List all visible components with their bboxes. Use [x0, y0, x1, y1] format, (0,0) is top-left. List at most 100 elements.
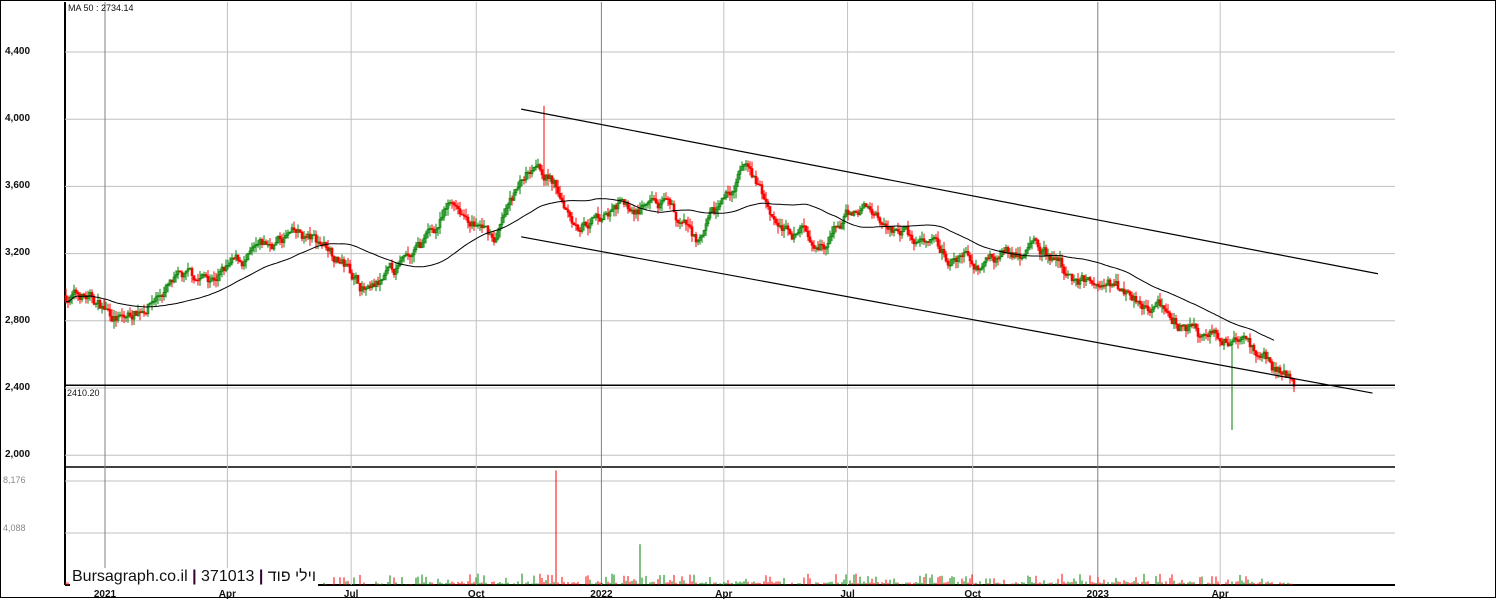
candle-down — [944, 253, 948, 262]
candle-down — [232, 257, 236, 260]
candle-down — [1138, 300, 1142, 305]
candle-down — [766, 201, 770, 207]
candle-down — [1220, 340, 1224, 346]
candle-down — [138, 311, 142, 314]
candle-down — [1226, 342, 1230, 347]
candle-down — [178, 270, 182, 273]
candle-down — [122, 314, 126, 318]
candles — [64, 105, 1296, 430]
candle-down — [1146, 305, 1150, 312]
candle-down — [120, 314, 124, 317]
candle-down — [1006, 247, 1010, 253]
candle-down — [1248, 337, 1252, 348]
candle-down — [318, 241, 322, 245]
candle-down — [576, 224, 580, 231]
candle-down — [98, 300, 102, 309]
candle-down — [1076, 278, 1080, 285]
y-tick-label: 2,800 — [5, 315, 31, 326]
candle-down — [968, 254, 972, 262]
candle-down — [1234, 337, 1238, 340]
candle-down — [1128, 291, 1132, 296]
candle-down — [1148, 310, 1152, 313]
x-tick-label: Apr — [715, 589, 733, 600]
candle-down — [1244, 335, 1248, 339]
candle-down — [1126, 290, 1130, 293]
candle-down — [192, 275, 196, 281]
candle-down — [966, 251, 970, 256]
candle-down — [922, 238, 926, 242]
candle-down — [1036, 239, 1040, 248]
price-volume-chart — [64, 2, 1395, 586]
candle-down — [144, 312, 148, 315]
candle-down — [1264, 351, 1268, 360]
candle-down — [196, 279, 200, 282]
candle-down — [466, 216, 470, 223]
y-tick-label: 2,000 — [5, 449, 31, 460]
candle-down — [570, 216, 574, 224]
candle-down — [330, 248, 334, 257]
candle-down — [456, 205, 460, 210]
candle-down — [804, 225, 808, 232]
candle-down — [990, 254, 994, 258]
candle-down — [562, 200, 566, 209]
candle-down — [1082, 275, 1086, 283]
candle-down — [876, 212, 880, 219]
candle-down — [1176, 323, 1180, 331]
candle-down — [160, 295, 164, 297]
candle-down — [760, 184, 764, 195]
candle-down — [314, 234, 318, 243]
candle-down — [1038, 246, 1042, 255]
watermark: Bursagraph.co.il | 371013 | וילי פוד — [70, 568, 318, 586]
candle-down — [878, 217, 882, 224]
candle-down — [106, 308, 110, 311]
y-tick-label: 3,600 — [5, 180, 31, 191]
candle-down — [204, 274, 208, 277]
candle-down — [142, 311, 146, 314]
candle-down — [1204, 334, 1208, 336]
candle-down — [356, 275, 360, 284]
candle-down — [1280, 372, 1284, 375]
candle-down — [1274, 367, 1278, 372]
channel-upper-line — [521, 108, 1379, 275]
candle-down — [1196, 327, 1200, 337]
candle-down — [194, 279, 198, 282]
candle-down — [1214, 329, 1218, 334]
candle-down — [1070, 273, 1074, 282]
candle-down — [936, 238, 940, 247]
x-tick-label: 2022 — [590, 589, 613, 600]
candle-down — [788, 229, 792, 235]
candle-down — [1102, 284, 1106, 287]
candle-down — [1122, 288, 1126, 295]
candle-down — [566, 209, 570, 213]
candle-down — [774, 218, 778, 224]
x-tick-label: Apr — [1211, 589, 1229, 600]
candle-down — [110, 315, 114, 322]
candle-down — [1166, 311, 1170, 314]
y-tick-label: 4,400 — [5, 46, 31, 57]
candle-down — [278, 235, 282, 240]
y-tick-label: 2,400 — [5, 382, 31, 393]
x-tick-label: 2023 — [1086, 589, 1109, 600]
candle-down — [1134, 295, 1138, 303]
candle-down — [676, 219, 680, 223]
candle-down — [1284, 370, 1288, 378]
candle-down — [1258, 355, 1262, 358]
x-tick-label: Jul — [343, 589, 359, 600]
candle-down — [1218, 338, 1222, 342]
watermark-code: 371013 — [201, 568, 255, 585]
candle-down — [490, 233, 494, 238]
candle-down — [1224, 338, 1228, 343]
candle-down — [1252, 344, 1256, 352]
candle-down — [1088, 277, 1092, 282]
candle-down — [1158, 299, 1162, 306]
candle-down — [1044, 247, 1048, 257]
candle-down — [222, 266, 226, 272]
candle-down — [942, 249, 946, 255]
candle-down — [896, 228, 900, 232]
candle-down — [806, 230, 810, 238]
candle-down — [1268, 357, 1272, 363]
candle-down — [102, 305, 106, 310]
volume-tick-label: 4,088 — [3, 523, 26, 533]
candle-down — [654, 198, 658, 204]
candle-down — [212, 277, 216, 280]
